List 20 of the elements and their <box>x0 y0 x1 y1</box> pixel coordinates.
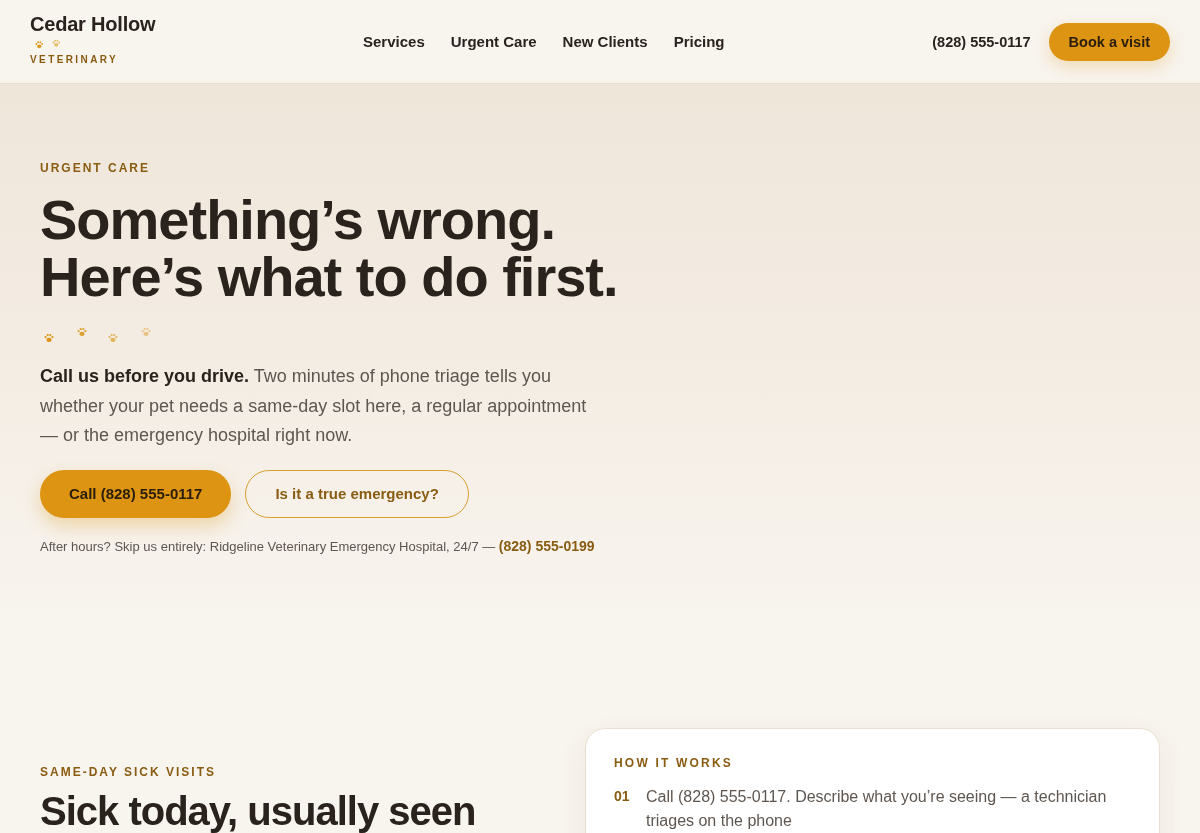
paw-prints-icon <box>35 39 61 49</box>
nav-link[interactable]: New Clients <box>562 33 648 50</box>
eyebrow-label: URGENT CARE <box>40 160 150 176</box>
nav-link[interactable]: Services <box>363 33 425 50</box>
hero-heading: Something’s wrong. Here’s what to do first. <box>40 191 618 305</box>
nav-link[interactable]: Pricing <box>673 33 725 50</box>
section-eyebrow: SAME-DAY SICK VISITS <box>40 763 217 780</box>
after-hours-note: After hours? Skip us entirely: Ridgeline Veterinary Emergency Hospital, 24/7 — (828) 555-0199 <box>40 536 595 556</box>
step-number: 01 <box>614 786 631 806</box>
nav-link[interactable]: Urgent Care <box>450 33 537 50</box>
emergency-phone-link[interactable]: (828) 555-0199 <box>498 537 595 554</box>
brand-tagline: VETERINARY <box>30 54 119 66</box>
step-text: Call (828) 555-0117. Describe what you’re seeing — a technician triages on the phone <box>646 786 1108 831</box>
call-button[interactable]: Call (828) 555-0117 <box>40 469 232 518</box>
phone-link[interactable]: (828) 555-0117 <box>932 33 1031 50</box>
card-title: HOW IT WORKS <box>614 754 734 771</box>
brand-name[interactable]: Cedar Hollow <box>30 13 156 35</box>
hero-lead: Call us before you drive. Two minutes of phone triage tells you whether your pet needs a same-day slot here, a regular appointment — or the emergency hospital right now. <box>40 365 588 447</box>
section-heading: Sick today, usually seen <box>40 790 476 831</box>
book-visit-button[interactable]: Book a visit <box>1048 22 1170 61</box>
